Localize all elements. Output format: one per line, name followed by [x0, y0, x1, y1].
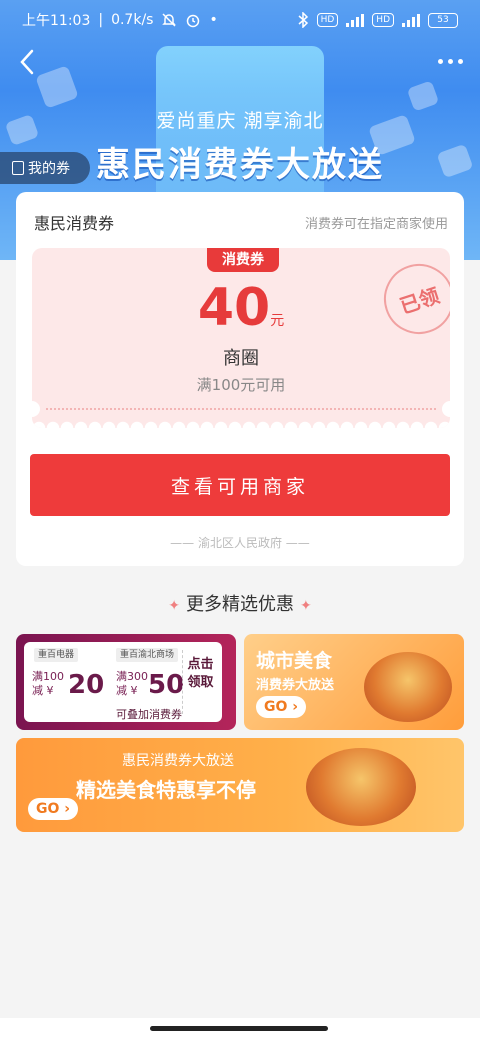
sparkle-icon: ✦	[168, 598, 180, 614]
coupon-discount-amount: 50	[148, 670, 185, 700]
home-indicator[interactable]	[150, 1026, 328, 1031]
chevron-right-icon: ›	[59, 801, 71, 817]
crayfish-dish-image	[306, 748, 416, 826]
status-bar: 上午11:03 | 0.7k/s • HD HD 53	[0, 0, 480, 40]
coupon-card-hint: 消费券可在指定商家使用	[304, 217, 448, 232]
voucher-tag: 消费券	[207, 248, 279, 272]
promo-title: 城市美食	[256, 650, 333, 672]
coupon-discount-amount: 20	[68, 670, 105, 700]
chevron-right-icon: ›	[287, 699, 299, 715]
coupon-card-title: 惠民消费券	[34, 214, 115, 233]
signal-icon	[346, 13, 365, 27]
coupon-threshold: 满300	[116, 670, 148, 683]
signal-icon	[402, 13, 420, 27]
promo-subtitle: 惠民消费券大放送	[122, 753, 234, 769]
status-divider: |	[98, 12, 104, 28]
claim-button[interactable]: 点击领取	[182, 650, 218, 714]
status-speed: 0.7k/s	[111, 12, 154, 28]
coupon-discount-label: 减 ¥	[32, 684, 54, 697]
promo-card-department-store[interactable]: 重百电器 重百渝北商场 满100 减 ¥ 20 满300 减 ¥ 50 点击领取…	[16, 634, 236, 730]
my-coupon-button[interactable]: 我的券	[0, 152, 90, 184]
voucher-divider	[46, 408, 436, 410]
store-logo: 重百电器	[34, 648, 79, 662]
go-label: GO	[264, 699, 288, 715]
go-button[interactable]: GO ›	[28, 798, 79, 820]
battery-icon: 53	[428, 12, 458, 28]
bookmark-icon	[12, 161, 24, 175]
go-label: GO	[36, 801, 60, 817]
coupon-discount-label: 减 ¥	[116, 684, 138, 697]
more-deals-title: 更多精选优惠	[186, 594, 294, 615]
issuer-label: —— 渝北区人民政府 ——	[170, 536, 310, 550]
more-dot-icon	[448, 58, 453, 64]
back-arrow-icon[interactable]	[16, 48, 40, 76]
go-button[interactable]: GO ›	[256, 696, 307, 718]
voucher-amount-number: 40	[197, 278, 271, 338]
coupon-card: 惠民消费券 消费券可在指定商家使用 消费券 40元 商圈 满100元可用 已领 …	[16, 192, 464, 566]
voucher-scallop-edge	[32, 414, 450, 428]
hd-icon: HD	[372, 13, 394, 27]
voucher-amount-unit: 元	[270, 313, 285, 329]
banner-slogan: 爱尚重庆 潮享渝北	[156, 110, 324, 132]
my-coupon-label: 我的券	[28, 161, 70, 177]
voucher-scope: 商圈	[223, 348, 259, 369]
promo-title: 精选美食特惠享不停	[76, 778, 256, 802]
more-options-button[interactable]	[438, 54, 466, 68]
promo-card-food-deals[interactable]: 惠民消费券大放送 精选美食特惠享不停 GO ›	[16, 738, 464, 832]
bluetooth-icon	[298, 12, 308, 28]
promo-coupon-panel: 重百电器 重百渝北商场 满100 减 ¥ 20 满300 减 ¥ 50 点击领取…	[24, 642, 222, 722]
stackable-note: 可叠加消费券	[116, 708, 182, 721]
mute-bell-icon	[162, 13, 177, 27]
food-bowl-image	[364, 652, 452, 722]
store-logo: 重百渝北商场	[116, 648, 179, 662]
view-merchants-button[interactable]: 查看可用商家	[30, 454, 450, 516]
sparkle-icon: ✦	[300, 598, 312, 614]
more-deals-heading: ✦ 更多精选优惠 ✦	[0, 590, 480, 616]
notification-dot-icon: •	[209, 12, 218, 28]
promo-subtitle: 消费券大放送	[256, 678, 335, 693]
more-dot-icon	[458, 58, 463, 64]
voucher[interactable]: 消费券 40元 商圈 满100元可用 已领	[32, 248, 450, 428]
hd-icon: HD	[316, 13, 339, 27]
status-time: 上午11:03	[22, 13, 91, 29]
alarm-icon	[187, 14, 200, 28]
more-dot-icon	[438, 58, 443, 64]
banner-decoration	[35, 65, 79, 109]
voucher-condition: 满100元可用	[196, 376, 286, 394]
coupon-threshold: 满100	[32, 670, 64, 683]
promo-card-city-food[interactable]: 城市美食 消费券大放送 GO ›	[244, 634, 464, 730]
